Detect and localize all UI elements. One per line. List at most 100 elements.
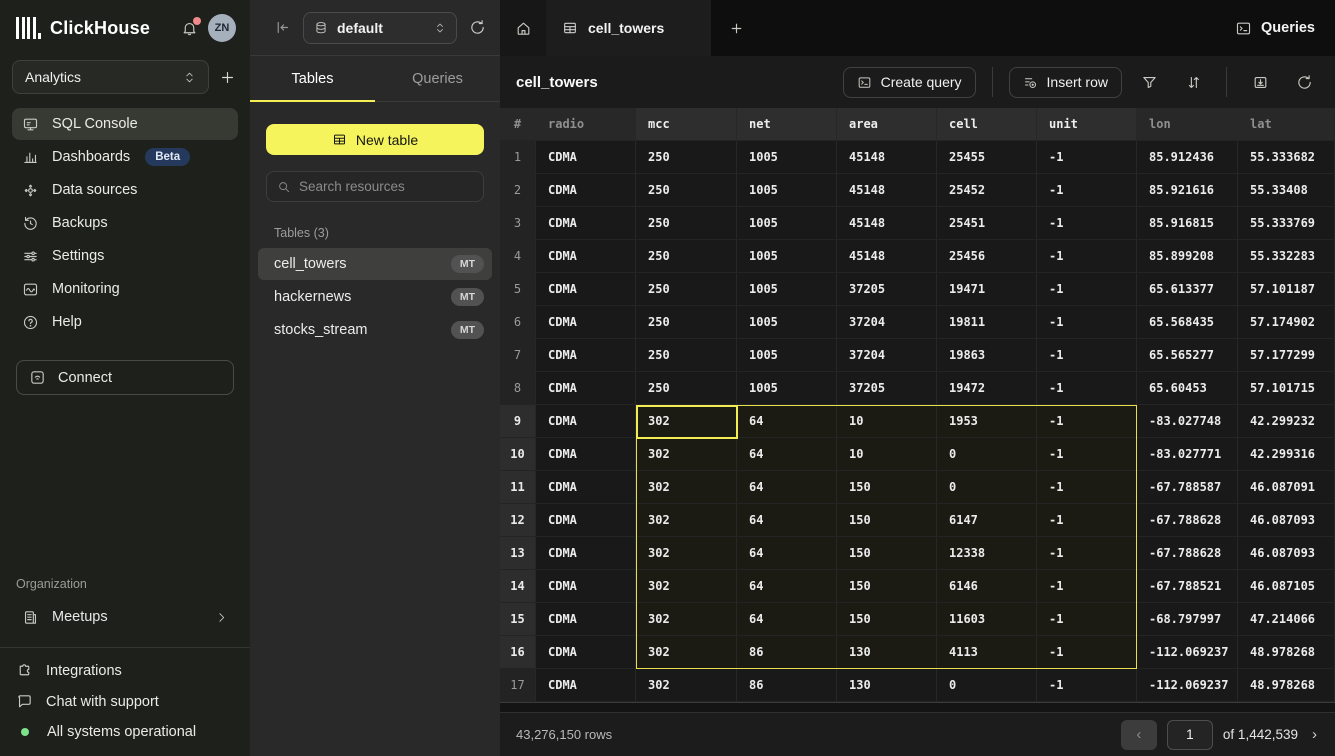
cell-lat[interactable]: 57.101715 xyxy=(1238,372,1335,405)
add-workspace-button[interactable] xyxy=(219,69,236,86)
row-number[interactable]: 4 xyxy=(500,240,536,273)
row-number[interactable]: 1 xyxy=(500,141,536,174)
cell-area[interactable]: 37205 xyxy=(837,372,937,405)
cell-area[interactable]: 45148 xyxy=(837,240,937,273)
cell-lat[interactable]: 55.333769 xyxy=(1238,207,1335,240)
cell-lat[interactable]: 57.174902 xyxy=(1238,306,1335,339)
cell-lon[interactable]: -67.788628 xyxy=(1137,537,1238,570)
cell-lon[interactable]: -83.027748 xyxy=(1137,405,1238,438)
cell-radio[interactable]: CDMA xyxy=(536,141,636,174)
column-header-radio[interactable]: radio xyxy=(536,108,636,141)
cell-lon[interactable]: 65.60453 xyxy=(1137,372,1238,405)
cell-unit[interactable]: -1 xyxy=(1037,504,1137,537)
row-number[interactable]: 15 xyxy=(500,603,536,636)
cell-lat[interactable]: 48.978268 xyxy=(1238,669,1335,702)
cell-mcc[interactable]: 302 xyxy=(636,636,737,669)
cell-net[interactable]: 1005 xyxy=(737,141,837,174)
sidebar-item-integrations[interactable]: Integrations xyxy=(16,662,234,679)
cell-area[interactable]: 150 xyxy=(837,471,937,504)
cell-lat[interactable]: 46.087093 xyxy=(1238,537,1335,570)
cell-net[interactable]: 86 xyxy=(737,669,837,702)
cell-net[interactable]: 1005 xyxy=(737,240,837,273)
cell-lon[interactable]: -67.788587 xyxy=(1137,471,1238,504)
tab-cell-towers[interactable]: cell_towers xyxy=(546,0,711,56)
cell-mcc[interactable]: 302 xyxy=(636,405,737,438)
row-number[interactable]: 6 xyxy=(500,306,536,339)
cell-radio[interactable]: CDMA xyxy=(536,438,636,471)
cell-lat[interactable]: 46.087093 xyxy=(1238,504,1335,537)
cell-unit[interactable]: -1 xyxy=(1037,405,1137,438)
cell-net[interactable]: 64 xyxy=(737,570,837,603)
sidebar-item-monitoring[interactable]: Monitoring xyxy=(12,273,238,305)
cell-lat[interactable]: 42.299316 xyxy=(1238,438,1335,471)
cell-cell[interactable]: 0 xyxy=(937,471,1037,504)
cell-cell[interactable]: 19472 xyxy=(937,372,1037,405)
refresh-icon[interactable] xyxy=(469,19,486,36)
row-number[interactable]: 7 xyxy=(500,339,536,372)
cell-cell[interactable]: 25456 xyxy=(937,240,1037,273)
insert-row-button[interactable]: Insert row xyxy=(1009,67,1122,98)
cell-lat[interactable]: 48.978268 xyxy=(1238,636,1335,669)
row-number-header[interactable]: # xyxy=(500,108,536,141)
cell-lon[interactable]: 85.912436 xyxy=(1137,141,1238,174)
cell-net[interactable]: 1005 xyxy=(737,273,837,306)
column-header-area[interactable]: area xyxy=(837,108,937,141)
cell-lon[interactable]: 65.565277 xyxy=(1137,339,1238,372)
search-resources-input[interactable] xyxy=(299,179,473,194)
cell-lat[interactable]: 55.333682 xyxy=(1238,141,1335,174)
cell-lon[interactable]: 85.916815 xyxy=(1137,207,1238,240)
sidebar-item-dashboards[interactable]: DashboardsBeta xyxy=(12,141,238,173)
row-number[interactable]: 10 xyxy=(500,438,536,471)
cell-lat[interactable]: 47.214066 xyxy=(1238,603,1335,636)
cell-unit[interactable]: -1 xyxy=(1037,636,1137,669)
cell-cell[interactable]: 19863 xyxy=(937,339,1037,372)
cell-radio[interactable]: CDMA xyxy=(536,306,636,339)
cell-unit[interactable]: -1 xyxy=(1037,273,1137,306)
cell-area[interactable]: 45148 xyxy=(837,141,937,174)
column-header-mcc[interactable]: mcc xyxy=(636,108,737,141)
cell-unit[interactable]: -1 xyxy=(1037,240,1137,273)
cell-cell[interactable]: 0 xyxy=(937,669,1037,702)
cell-lat[interactable]: 42.299232 xyxy=(1238,405,1335,438)
cell-unit[interactable]: -1 xyxy=(1037,570,1137,603)
create-query-button[interactable]: Create query xyxy=(843,67,976,98)
new-table-button[interactable]: New table xyxy=(266,124,484,155)
cell-area[interactable]: 10 xyxy=(837,405,937,438)
cell-unit[interactable]: -1 xyxy=(1037,669,1137,702)
cell-mcc[interactable]: 302 xyxy=(636,669,737,702)
cell-unit[interactable]: -1 xyxy=(1037,471,1137,504)
cell-area[interactable]: 150 xyxy=(837,537,937,570)
sidebar-item-help[interactable]: Help xyxy=(12,306,238,338)
cell-unit[interactable]: -1 xyxy=(1037,339,1137,372)
workspace-select[interactable]: Analytics xyxy=(12,60,209,94)
cell-mcc[interactable]: 302 xyxy=(636,438,737,471)
cell-mcc[interactable]: 250 xyxy=(636,207,737,240)
cell-area[interactable]: 150 xyxy=(837,603,937,636)
system-status[interactable]: All systems operational xyxy=(16,724,234,740)
cell-net[interactable]: 64 xyxy=(737,537,837,570)
row-number[interactable]: 11 xyxy=(500,471,536,504)
cell-radio[interactable]: CDMA xyxy=(536,405,636,438)
next-page-button[interactable]: › xyxy=(1308,726,1321,743)
cell-cell[interactable]: 19811 xyxy=(937,306,1037,339)
cell-mcc[interactable]: 250 xyxy=(636,240,737,273)
column-header-lon[interactable]: lon xyxy=(1137,108,1238,141)
cell-unit[interactable]: -1 xyxy=(1037,372,1137,405)
notifications-bell-icon[interactable] xyxy=(181,20,198,37)
cell-lat[interactable]: 46.087091 xyxy=(1238,471,1335,504)
cell-net[interactable]: 64 xyxy=(737,471,837,504)
home-button[interactable] xyxy=(500,0,546,56)
column-header-lat[interactable]: lat xyxy=(1238,108,1335,141)
filter-button[interactable] xyxy=(1132,67,1166,98)
cell-cell[interactable]: 12338 xyxy=(937,537,1037,570)
cell-mcc[interactable]: 302 xyxy=(636,471,737,504)
collapse-panel-icon[interactable] xyxy=(274,19,291,36)
cell-area[interactable]: 45148 xyxy=(837,207,937,240)
row-number[interactable]: 8 xyxy=(500,372,536,405)
database-select[interactable]: default xyxy=(303,12,457,44)
explorer-tab-queries[interactable]: Queries xyxy=(375,56,500,101)
cell-net[interactable]: 64 xyxy=(737,504,837,537)
cell-cell[interactable]: 19471 xyxy=(937,273,1037,306)
cell-cell[interactable]: 25451 xyxy=(937,207,1037,240)
cell-area[interactable]: 130 xyxy=(837,669,937,702)
